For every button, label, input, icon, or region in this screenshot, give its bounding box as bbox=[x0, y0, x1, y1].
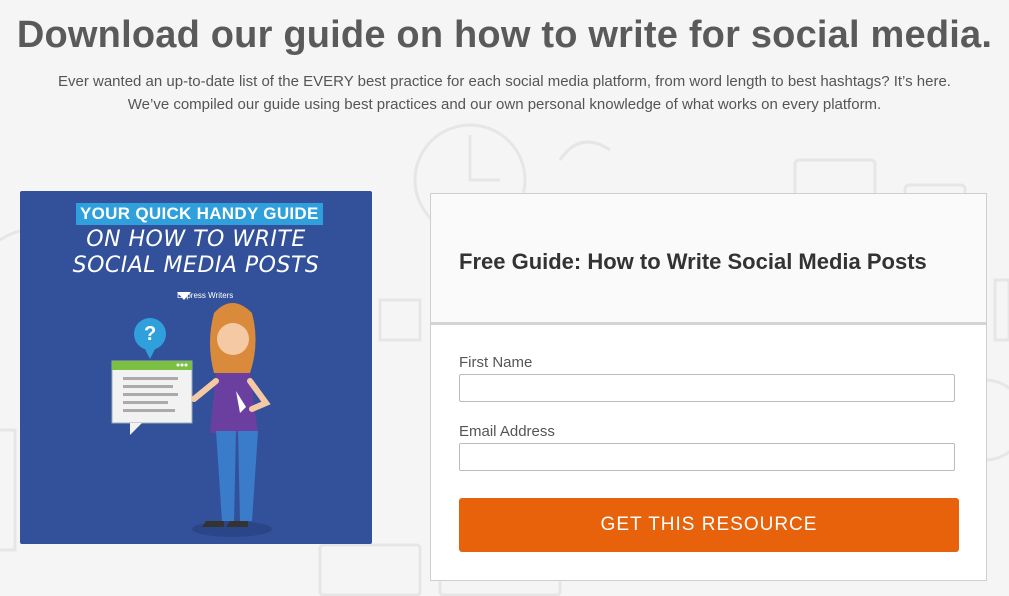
page-headline: Download our guide on how to write for s… bbox=[16, 14, 993, 56]
cover-title-line-1: ON HOW TO WRITE bbox=[86, 227, 306, 252]
signup-form: Free Guide: How to Write Social Media Po… bbox=[430, 193, 987, 581]
email-label: Email Address bbox=[459, 423, 555, 440]
express-writers-logo-icon bbox=[177, 292, 191, 300]
subtitle-line-2: We’ve compiled our guide using best prac… bbox=[127, 96, 882, 113]
page-subtitle: Ever wanted an up-to-date list of the EV… bbox=[20, 70, 989, 116]
question-mark-label: ? bbox=[144, 323, 157, 345]
first-name-label: First Name bbox=[459, 354, 533, 371]
guide-cover-image: YOUR QUICK HANDY GUIDE ON HOW TO WRITE S… bbox=[20, 191, 372, 544]
first-name-input[interactable] bbox=[459, 374, 955, 402]
form-header: Free Guide: How to Write Social Media Po… bbox=[431, 194, 986, 325]
subtitle-line-1: Ever wanted an up-to-date list of the EV… bbox=[58, 73, 951, 90]
cover-title-line-2: SOCIAL MEDIA POSTS bbox=[72, 253, 320, 278]
cover-tag: YOUR QUICK HANDY GUIDE bbox=[76, 203, 323, 225]
form-title: Free Guide: How to Write Social Media Po… bbox=[459, 249, 927, 274]
email-input[interactable] bbox=[459, 443, 955, 471]
get-resource-button[interactable]: GET THIS RESOURCE bbox=[459, 498, 959, 552]
cover-brand: Express Writers bbox=[177, 291, 233, 300]
